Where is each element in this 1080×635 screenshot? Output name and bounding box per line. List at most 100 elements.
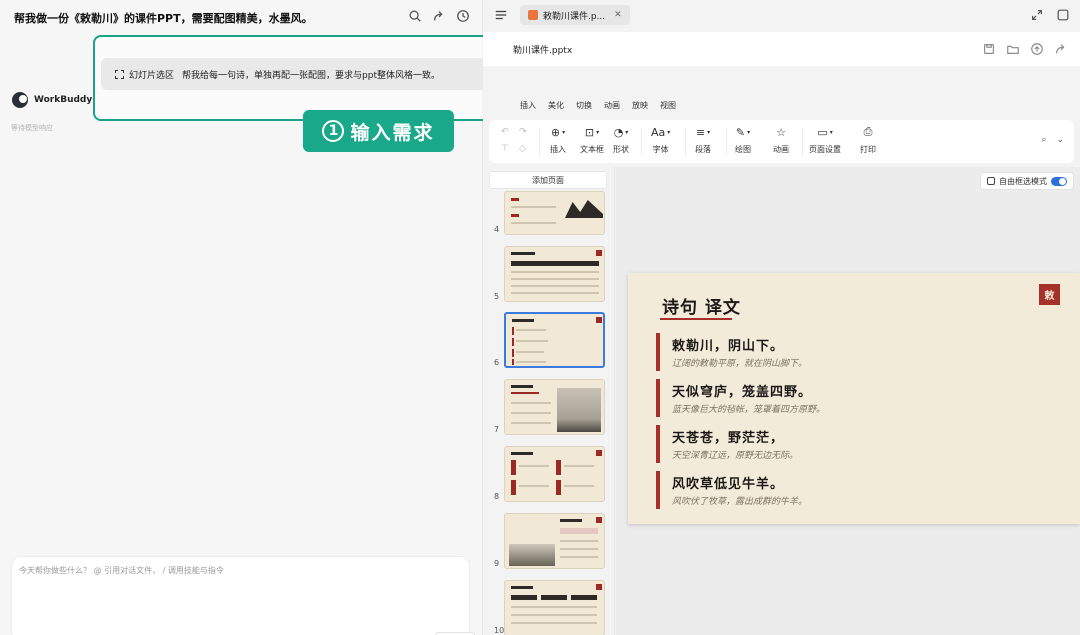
divider [539, 128, 540, 156]
menu-bar: 插入 美化 切换 动画 放映 视图 [483, 95, 1080, 115]
paragraph-icon: ≡ ▾ [695, 125, 711, 139]
history-icon[interactable] [456, 9, 470, 23]
free-select-toggle[interactable]: 自由框选模式 [980, 172, 1074, 190]
share-icon[interactable] [1054, 42, 1068, 56]
search-icon[interactable] [408, 9, 422, 23]
menu-slideshow[interactable]: 放映 [632, 100, 648, 111]
insert-button[interactable]: ⊕ ▾ 插入 [550, 125, 566, 155]
chat-title: 帮我做一份《敕勒川》的课件PPT，需要配图精美，水墨风。 [14, 12, 313, 25]
format-painter-icon[interactable]: ⊤ [501, 144, 509, 154]
file-name: 勒川课件.pptx [513, 46, 573, 56]
menu-insert[interactable]: 插入 [520, 100, 536, 111]
page-setup-button[interactable]: ▭ ▾ 页面设置 [809, 125, 841, 155]
verse-translation: 天空深青辽远，原野无边无际。 [672, 451, 799, 461]
plus-circle-icon: ⊕ ▾ [550, 125, 566, 139]
avatar [12, 92, 28, 108]
slide-number: 6 [494, 358, 500, 367]
step-number: 1 [322, 120, 345, 142]
slide-thumbnail[interactable] [504, 513, 605, 569]
verse-line: 天似穹庐，笼盖四野。 [672, 385, 813, 400]
verse-bar [656, 425, 660, 463]
slide-thumbnail[interactable] [504, 191, 605, 235]
search-icon[interactable]: ⌕ [1041, 135, 1046, 145]
verse-block[interactable]: 敕勒川，阴山下。 辽阔的敕勒平原，就在阴山脚下。 [656, 333, 1056, 371]
shape-button[interactable]: ◔ ▾ 形状 [613, 125, 629, 155]
menu-animation[interactable]: 动画 [604, 100, 620, 111]
agent-header: WorkBuddy [12, 92, 92, 108]
undo-icon[interactable]: ↶ [501, 127, 509, 137]
menu-view[interactable]: 视图 [660, 100, 676, 111]
textbox-icon: ⊡ ▾ [584, 125, 600, 139]
thumbnail-panel: 添加页面 4 5 6 7 8 9 10 [483, 167, 615, 635]
textbox-button[interactable]: ⊡ ▾ 文本框 [580, 125, 604, 155]
save-icon[interactable] [982, 42, 996, 56]
slide-thumbnail[interactable] [504, 246, 605, 302]
star-icon: ☆ [776, 125, 786, 139]
agent-name: WorkBuddy [34, 95, 93, 105]
verse-block[interactable]: 天似穹庐，笼盖四野。 蓝天像巨大的毡帐，笼罩着四方原野。 [656, 379, 1056, 417]
verse-translation: 辽阔的敕勒平原，就在阴山脚下。 [672, 359, 808, 369]
page-setup-label: 页面设置 [809, 145, 841, 154]
add-page-button[interactable]: 添加页面 [489, 171, 607, 189]
verse-bar [656, 471, 660, 509]
verse-block[interactable]: 风吹草低见牛羊。 风吹伏了牧草，露出成群的牛羊。 [656, 471, 1056, 509]
expand-icon[interactable] [1030, 8, 1044, 22]
verse-translation: 蓝天像巨大的毡帐，笼罩着四方原野。 [672, 405, 826, 415]
window-icon[interactable] [1056, 8, 1070, 22]
paragraph-button[interactable]: ≡ ▾ 段落 [695, 125, 711, 155]
slide-number: 10 [494, 626, 505, 635]
pen-icon: ✎ ▾ [735, 125, 751, 139]
slide-canvas: 自由框选模式 诗句 译文 敕 敕勒川，阴山下。 辽阔的敕勒平原，就在阴山脚下。 … [616, 167, 1080, 635]
slide-title: 诗句 译文 [662, 298, 741, 318]
slide-number: 9 [494, 559, 500, 568]
upload-icon[interactable] [1030, 42, 1044, 56]
menu-icon[interactable] [494, 8, 508, 22]
verse-block[interactable]: 天苍苍，野茫茫， 天空深青辽远，原野无边无际。 [656, 425, 1056, 463]
redo-icon[interactable]: ↷ [519, 127, 527, 137]
animation-button[interactable]: ☆ 动画 [773, 125, 789, 155]
free-select-label: 自由框选模式 [999, 176, 1047, 186]
slide-thumbnail[interactable] [504, 580, 605, 635]
eraser-icon[interactable]: ◇ [519, 144, 526, 154]
font-button[interactable]: Aa ▾ 字体 [651, 125, 670, 155]
status-text: 等待模型响应 [11, 124, 53, 132]
shape-label: 形状 [613, 145, 629, 154]
verse-translation: 风吹伏了牧草，露出成群的牛羊。 [672, 497, 808, 507]
slide-thumbnail-active[interactable] [504, 312, 605, 368]
animation-label: 动画 [773, 145, 789, 154]
selection-label: 幻灯片选区 [129, 70, 175, 81]
verse-line: 风吹草低见牛羊。 [672, 477, 785, 492]
slide[interactable]: 诗句 译文 敕 敕勒川，阴山下。 辽阔的敕勒平原，就在阴山脚下。 天似穹庐，笼盖… [628, 273, 1080, 524]
print-button[interactable]: ⎙ 打印 [860, 125, 876, 155]
step-badge: 1 输入需求 [303, 110, 454, 152]
window-actions [1030, 8, 1070, 22]
slide-thumbnail[interactable] [504, 446, 605, 502]
slide-thumbnail[interactable] [504, 379, 605, 435]
selection-icon [115, 69, 124, 79]
menu-beautify[interactable]: 美化 [548, 100, 564, 111]
divider [641, 128, 642, 156]
share-icon[interactable] [432, 9, 446, 23]
chat-input[interactable]: 今天帮你做些什么？ @ 引用对话文件， / 调用技能与指令 [11, 556, 475, 635]
request-callout: 幻灯片选区 帮我给每一句诗，单独再配一张配图，要求与ppt整体风格一致。 [93, 35, 514, 121]
chevron-down-icon[interactable]: ⌄ [1056, 135, 1064, 145]
tab-document[interactable]: 敕勒川课件.p... ✕ [520, 5, 630, 25]
ribbon-right-actions: ⌕ ⌄ [1041, 135, 1064, 145]
folder-icon[interactable] [1006, 42, 1020, 56]
chat-header-actions [408, 9, 470, 23]
ribbon-toolbar: ↶ ↷ ⊤ ◇ ⊕ ▾ 插入 ⊡ ▾ 文本框 ◔ ▾ 形状 Aa ▾ 字体 ≡ ▾ 段落 … [489, 120, 1074, 163]
draw-button[interactable]: ✎ ▾ 绘图 [735, 125, 751, 155]
font-icon: Aa ▾ [651, 125, 671, 139]
divider [726, 128, 727, 156]
slide-number: 8 [494, 492, 500, 501]
textbox-label: 文本框 [580, 145, 604, 154]
slide-number: 5 [494, 292, 500, 301]
request-message: 幻灯片选区 帮我给每一句诗，单独再配一张配图，要求与ppt整体风格一致。 [101, 58, 506, 90]
slide-number: 7 [494, 425, 500, 434]
select-icon [987, 177, 995, 185]
menu-transition[interactable]: 切换 [576, 100, 592, 111]
close-icon[interactable]: ✕ [614, 10, 622, 20]
file-actions [982, 42, 1068, 56]
ppt-app: 敕勒川课件.p... ✕ 勒川课件.pptx 插入 美化 切换 动画 放映 视图… [483, 0, 1080, 635]
toggle-switch[interactable] [1051, 176, 1067, 186]
